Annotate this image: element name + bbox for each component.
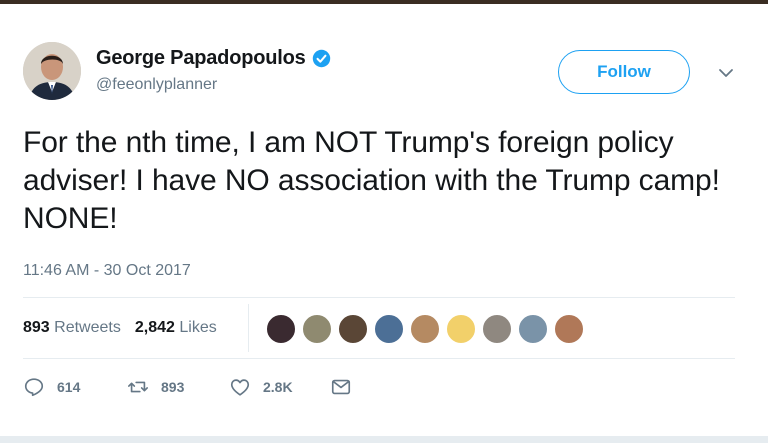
retweets-label: Retweets bbox=[54, 319, 121, 336]
reply-count: 614 bbox=[57, 379, 81, 395]
tweet-text: For the nth time, I am NOT Trump's forei… bbox=[23, 126, 720, 235]
top-border bbox=[0, 0, 768, 4]
liker-avatar[interactable] bbox=[445, 313, 477, 345]
bottom-border bbox=[0, 436, 768, 443]
retweet-icon bbox=[128, 381, 148, 393]
like-action[interactable]: 2.8K bbox=[229, 373, 293, 401]
liker-avatar[interactable] bbox=[517, 313, 549, 345]
retweets-count: 893 bbox=[23, 319, 50, 336]
engagement-stats: 893 Retweets 2,842 Likes bbox=[23, 319, 231, 337]
liker-avatar[interactable] bbox=[337, 313, 369, 345]
stats-separator bbox=[248, 304, 249, 352]
follow-button[interactable]: Follow bbox=[558, 50, 690, 94]
retweet-count: 893 bbox=[161, 379, 185, 395]
chevron-down-icon[interactable] bbox=[716, 66, 736, 80]
direct-message-action[interactable] bbox=[330, 373, 352, 401]
divider bbox=[23, 358, 735, 359]
liker-avatar[interactable] bbox=[373, 313, 405, 345]
verified-badge-icon bbox=[312, 49, 330, 68]
heart-icon bbox=[230, 379, 250, 396]
author-name[interactable]: George Papadopoulos bbox=[96, 47, 306, 70]
retweet-action[interactable]: 893 bbox=[127, 373, 184, 401]
like-count: 2.8K bbox=[263, 379, 293, 395]
retweets-stat[interactable]: 893 Retweets bbox=[23, 319, 121, 337]
reply-icon bbox=[24, 378, 44, 397]
liker-avatar[interactable] bbox=[265, 313, 297, 345]
reply-action[interactable]: 614 bbox=[23, 373, 80, 401]
author-handle[interactable]: @feeonlyplanner bbox=[96, 76, 217, 94]
liker-avatar[interactable] bbox=[301, 313, 333, 345]
likes-count: 2,842 bbox=[134, 319, 175, 336]
divider bbox=[23, 297, 735, 298]
avatar[interactable] bbox=[23, 42, 81, 100]
liker-avatar[interactable] bbox=[481, 313, 513, 345]
likes-stat[interactable]: 2,842 Likes bbox=[135, 319, 217, 337]
tweet-timestamp[interactable]: 11:46 AM - 30 Oct 2017 bbox=[23, 262, 191, 280]
liker-avatar[interactable] bbox=[409, 313, 441, 345]
liker-avatar[interactable] bbox=[553, 313, 585, 345]
message-icon bbox=[331, 379, 351, 395]
author-row: George Papadopoulos bbox=[96, 47, 331, 70]
likes-label: Likes bbox=[179, 319, 217, 336]
